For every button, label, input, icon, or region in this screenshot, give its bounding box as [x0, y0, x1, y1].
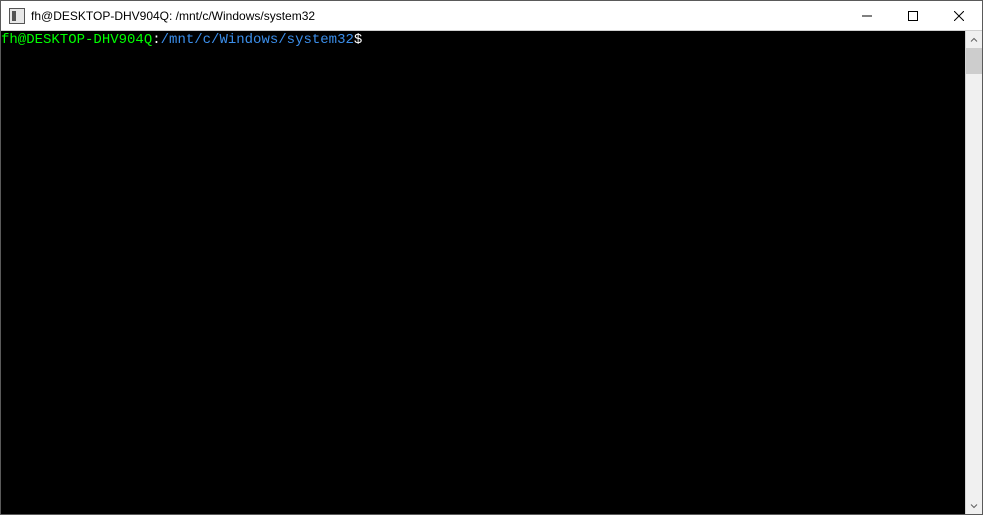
content-area: fh@DESKTOP-DHV904Q:/mnt/c/Windows/system…: [1, 31, 982, 514]
prompt-colon: :: [152, 32, 160, 48]
terminal-body[interactable]: fh@DESKTOP-DHV904Q:/mnt/c/Windows/system…: [1, 31, 965, 514]
prompt-userhost: fh@DESKTOP-DHV904Q: [1, 32, 152, 48]
scroll-up-button[interactable]: [966, 31, 982, 48]
window-title: fh@DESKTOP-DHV904Q: /mnt/c/Windows/syste…: [31, 9, 844, 23]
window-controls: [844, 1, 982, 30]
prompt-dollar: $: [354, 32, 362, 48]
scroll-track[interactable]: [966, 48, 982, 497]
scroll-down-button[interactable]: [966, 497, 982, 514]
close-icon: [954, 11, 964, 21]
prompt-line: fh@DESKTOP-DHV904Q:/mnt/c/Windows/system…: [1, 32, 965, 48]
scroll-thumb[interactable]: [966, 48, 982, 74]
maximize-icon: [908, 11, 918, 21]
terminal-window: fh@DESKTOP-DHV904Q: /mnt/c/Windows/syste…: [0, 0, 983, 515]
titlebar[interactable]: fh@DESKTOP-DHV904Q: /mnt/c/Windows/syste…: [1, 1, 982, 31]
close-button[interactable]: [936, 1, 982, 30]
prompt-path: /mnt/c/Windows/system32: [161, 32, 354, 48]
chevron-down-icon: [970, 502, 978, 510]
chevron-up-icon: [970, 36, 978, 44]
maximize-button[interactable]: [890, 1, 936, 30]
minimize-icon: [862, 11, 872, 21]
vertical-scrollbar[interactable]: [965, 31, 982, 514]
app-icon: [9, 8, 25, 24]
minimize-button[interactable]: [844, 1, 890, 30]
